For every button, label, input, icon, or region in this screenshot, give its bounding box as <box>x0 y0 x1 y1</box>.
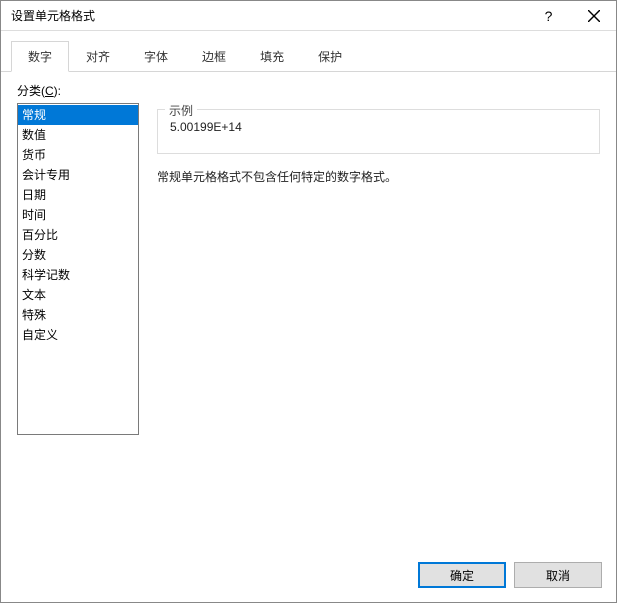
category-label: 分类(C): <box>17 82 600 99</box>
tab-strip: 数字 对齐 字体 边框 填充 保护 <box>1 31 616 72</box>
tab-protect[interactable]: 保护 <box>301 41 359 71</box>
category-listbox[interactable]: 常规 数值 货币 会计专用 日期 时间 百分比 分数 科学记数 文本 特殊 自定… <box>17 103 139 435</box>
list-item[interactable]: 货币 <box>18 145 138 165</box>
tab-font[interactable]: 字体 <box>127 41 185 71</box>
list-item[interactable]: 百分比 <box>18 225 138 245</box>
list-item[interactable]: 文本 <box>18 285 138 305</box>
list-item[interactable]: 科学记数 <box>18 265 138 285</box>
dialog-title: 设置单元格格式 <box>11 7 95 24</box>
list-item[interactable]: 自定义 <box>18 325 138 345</box>
sample-group: 示例 5.00199E+14 <box>157 109 600 154</box>
close-button[interactable] <box>571 1 616 31</box>
format-cells-dialog: 设置单元格格式 ? 数字 对齐 字体 边框 填充 保护 分类(C): 常规 数值… <box>0 0 617 603</box>
content-area: 分类(C): 常规 数值 货币 会计专用 日期 时间 百分比 分数 科学记数 文… <box>1 72 616 445</box>
list-item[interactable]: 日期 <box>18 185 138 205</box>
sample-value: 5.00199E+14 <box>170 120 242 134</box>
close-icon <box>588 10 600 22</box>
list-item[interactable]: 时间 <box>18 205 138 225</box>
sample-box: 5.00199E+14 <box>157 110 600 154</box>
tab-alignment[interactable]: 对齐 <box>69 41 127 71</box>
cancel-button[interactable]: 取消 <box>514 562 602 588</box>
titlebar: 设置单元格格式 ? <box>1 1 616 31</box>
format-description: 常规单元格格式不包含任何特定的数字格式。 <box>157 168 600 185</box>
tab-number[interactable]: 数字 <box>11 41 69 72</box>
list-item[interactable]: 会计专用 <box>18 165 138 185</box>
help-button[interactable]: ? <box>526 1 571 31</box>
list-item[interactable]: 特殊 <box>18 305 138 325</box>
list-item[interactable]: 常规 <box>18 105 138 125</box>
dialog-footer: 确定 取消 <box>418 562 602 588</box>
detail-pane: 示例 5.00199E+14 常规单元格格式不包含任何特定的数字格式。 <box>139 103 600 435</box>
list-item[interactable]: 分数 <box>18 245 138 265</box>
ok-button[interactable]: 确定 <box>418 562 506 588</box>
tab-fill[interactable]: 填充 <box>243 41 301 71</box>
tab-border[interactable]: 边框 <box>185 41 243 71</box>
list-item[interactable]: 数值 <box>18 125 138 145</box>
